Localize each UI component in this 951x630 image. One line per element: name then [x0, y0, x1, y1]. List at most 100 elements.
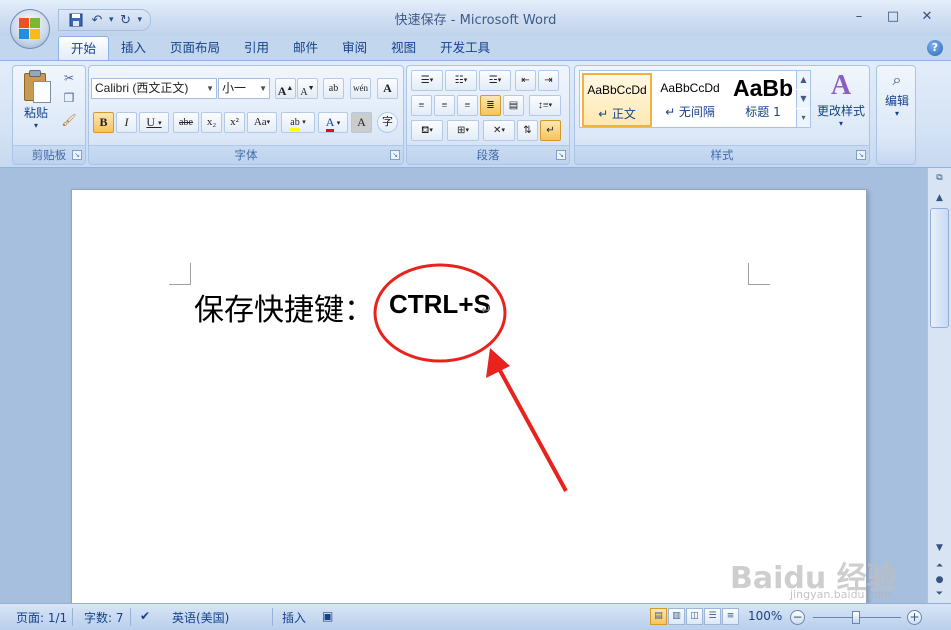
office-button[interactable]	[10, 9, 50, 49]
underline-button[interactable]: U ▾	[139, 112, 169, 133]
print-layout-view-icon[interactable]: ▤	[650, 608, 667, 625]
zoom-in-icon[interactable]: +	[907, 610, 922, 625]
font-size-dropdown-icon[interactable]: ▼	[259, 79, 267, 98]
scroll-down-icon[interactable]: ▼	[930, 540, 949, 556]
change-case-button[interactable]: Aa▾	[247, 112, 277, 133]
paste-button[interactable]: 粘贴 ▾	[19, 70, 53, 130]
style-normal[interactable]: AaBbCcDd ↵ 正文	[582, 73, 652, 127]
close-button[interactable]: ✕	[913, 8, 941, 26]
grow-font-button[interactable]: A▲	[275, 78, 296, 99]
phonetic-guide-button[interactable]: wén	[350, 78, 371, 99]
gallery-up-icon[interactable]: ▲	[796, 71, 810, 89]
next-page-icon[interactable]: ⏷	[930, 586, 949, 602]
tab-home[interactable]: 开始	[58, 36, 110, 60]
copy-icon[interactable]: ❐	[61, 90, 77, 106]
vertical-scrollbar[interactable]: ⧉ ▲ ▼ ⏶ ● ⏷	[927, 168, 951, 603]
superscript-button[interactable]: x²	[224, 112, 245, 133]
line-spacing-button[interactable]: ↕≡▾	[529, 95, 561, 116]
minimize-button[interactable]: –	[845, 8, 873, 26]
align-right-button[interactable]: ≡	[457, 95, 478, 116]
font-name-combo[interactable]: Calibri (西文正文) ▼	[91, 78, 217, 99]
gallery-more-icon[interactable]: ▾	[796, 109, 810, 127]
tab-page-layout[interactable]: 页面布局	[158, 36, 232, 60]
scroll-up-icon[interactable]: ▲	[930, 190, 949, 206]
italic-button[interactable]: I	[116, 112, 137, 133]
italic-icon: I	[124, 115, 129, 129]
status-insert-mode[interactable]: 插入	[282, 609, 306, 626]
tab-mailings[interactable]: 邮件	[281, 36, 330, 60]
tab-insert[interactable]: 插入	[109, 36, 158, 60]
borders-button[interactable]: ⊞▾	[447, 120, 479, 141]
shading-button[interactable]: ⛾▾	[411, 120, 443, 141]
font-name-dropdown-icon[interactable]: ▼	[206, 79, 214, 98]
editing-label: 编辑	[884, 94, 909, 108]
multilevel-list-button[interactable]: ☲▾	[479, 70, 511, 91]
proofing-icon[interactable]: ✔	[140, 609, 150, 623]
tab-review[interactable]: 审阅	[330, 36, 379, 60]
change-styles-button[interactable]: A 更改样式 ▾	[813, 70, 869, 128]
decrease-indent-button[interactable]: ⇤	[515, 70, 536, 91]
bold-button[interactable]: B	[93, 112, 114, 133]
ruler-toggle-icon[interactable]: ⧉	[930, 170, 949, 186]
shrink-font-button[interactable]: A▼	[297, 78, 318, 99]
maximize-button[interactable]: □	[879, 8, 907, 26]
zoom-out-icon[interactable]: −	[790, 610, 805, 625]
character-shading-button[interactable]: A	[351, 112, 372, 133]
zoom-slider-thumb[interactable]	[852, 611, 860, 624]
chinese-layout-button[interactable]: ✕▾	[483, 120, 515, 141]
style-heading-1-name: 标题 1	[745, 105, 781, 119]
strikethrough-button[interactable]: abe	[173, 112, 199, 133]
phonetic-guide-icon: wén	[353, 83, 368, 93]
justify-icon: ≣	[486, 100, 495, 111]
font-size-combo[interactable]: 小一 ▼	[218, 78, 270, 99]
macro-record-icon[interactable]: ▣	[322, 609, 333, 623]
paste-dropdown-icon[interactable]: ▾	[19, 121, 53, 130]
baidu-watermark-url: jingyan.baidu.com	[790, 588, 892, 601]
distributed-button[interactable]: ▤	[503, 95, 524, 116]
gallery-down-icon[interactable]: ▼	[796, 90, 810, 108]
style-no-spacing[interactable]: AaBbCcDd ↵ 无间隔	[655, 73, 725, 127]
tab-developer[interactable]: 开发工具	[428, 36, 502, 60]
subscript-button[interactable]: x₂	[201, 112, 222, 133]
justify-button[interactable]: ≣	[480, 95, 501, 116]
sort-button[interactable]: ⇅	[517, 120, 538, 141]
tab-view[interactable]: 视图	[379, 36, 428, 60]
change-case-icon: Aa	[253, 116, 267, 129]
tab-references[interactable]: 引用	[232, 36, 281, 60]
paragraph-launcher-icon[interactable]: ↘	[556, 150, 566, 160]
font-color-button[interactable]: A ▾	[318, 112, 348, 133]
cut-icon[interactable]: ✂	[61, 70, 77, 86]
styles-launcher-icon[interactable]: ↘	[856, 150, 866, 160]
character-border-button[interactable]: A	[377, 78, 398, 99]
editing-button[interactable]: ⌕ 编辑 ▾	[879, 68, 915, 118]
full-screen-reading-icon[interactable]: ▥	[668, 608, 685, 625]
status-page[interactable]: 页面: 1/1	[16, 609, 67, 626]
status-word-count[interactable]: 字数: 7	[84, 609, 124, 626]
font-launcher-icon[interactable]: ↘	[390, 150, 400, 160]
zoom-level[interactable]: 100%	[748, 609, 782, 623]
enclose-characters-button[interactable]: 字	[377, 112, 398, 133]
outline-view-icon[interactable]: ☰	[704, 608, 721, 625]
clipboard-launcher-icon[interactable]: ↘	[72, 150, 82, 160]
draft-view-icon[interactable]: ≡	[722, 608, 739, 625]
help-icon[interactable]: ?	[927, 40, 943, 56]
format-painter-icon[interactable]: 🖌	[61, 112, 77, 128]
highlight-button[interactable]: ab ▾	[281, 112, 315, 133]
change-styles-icon: A	[830, 70, 852, 101]
font-name-value: Calibri (西文正文)	[95, 81, 189, 95]
paste-icon	[21, 70, 51, 104]
change-styles-label: 更改样式	[816, 104, 865, 118]
editing-group: ⌕ 编辑 ▾	[876, 65, 916, 165]
numbering-button[interactable]: ☷▾	[445, 70, 477, 91]
web-layout-view-icon[interactable]: ◫	[686, 608, 703, 625]
style-heading-1[interactable]: AaBb 标题 1	[728, 73, 798, 127]
paragraph-group: ☰▾ ☷▾ ☲▾ ⇤ ⇥ ≡ ≡ ≡ ≣ ▤ ↕≡▾ ⛾▾ ⊞▾ ✕▾ ⇅ ↵ …	[406, 65, 570, 165]
bullets-button[interactable]: ☰▾	[411, 70, 443, 91]
clear-format-button[interactable]: ab	[323, 78, 344, 99]
show-marks-button[interactable]: ↵	[540, 120, 561, 141]
align-left-button[interactable]: ≡	[411, 95, 432, 116]
increase-indent-button[interactable]: ⇥	[538, 70, 559, 91]
align-center-button[interactable]: ≡	[434, 95, 455, 116]
status-language[interactable]: 英语(美国)	[172, 609, 229, 626]
scroll-thumb[interactable]	[930, 208, 949, 328]
